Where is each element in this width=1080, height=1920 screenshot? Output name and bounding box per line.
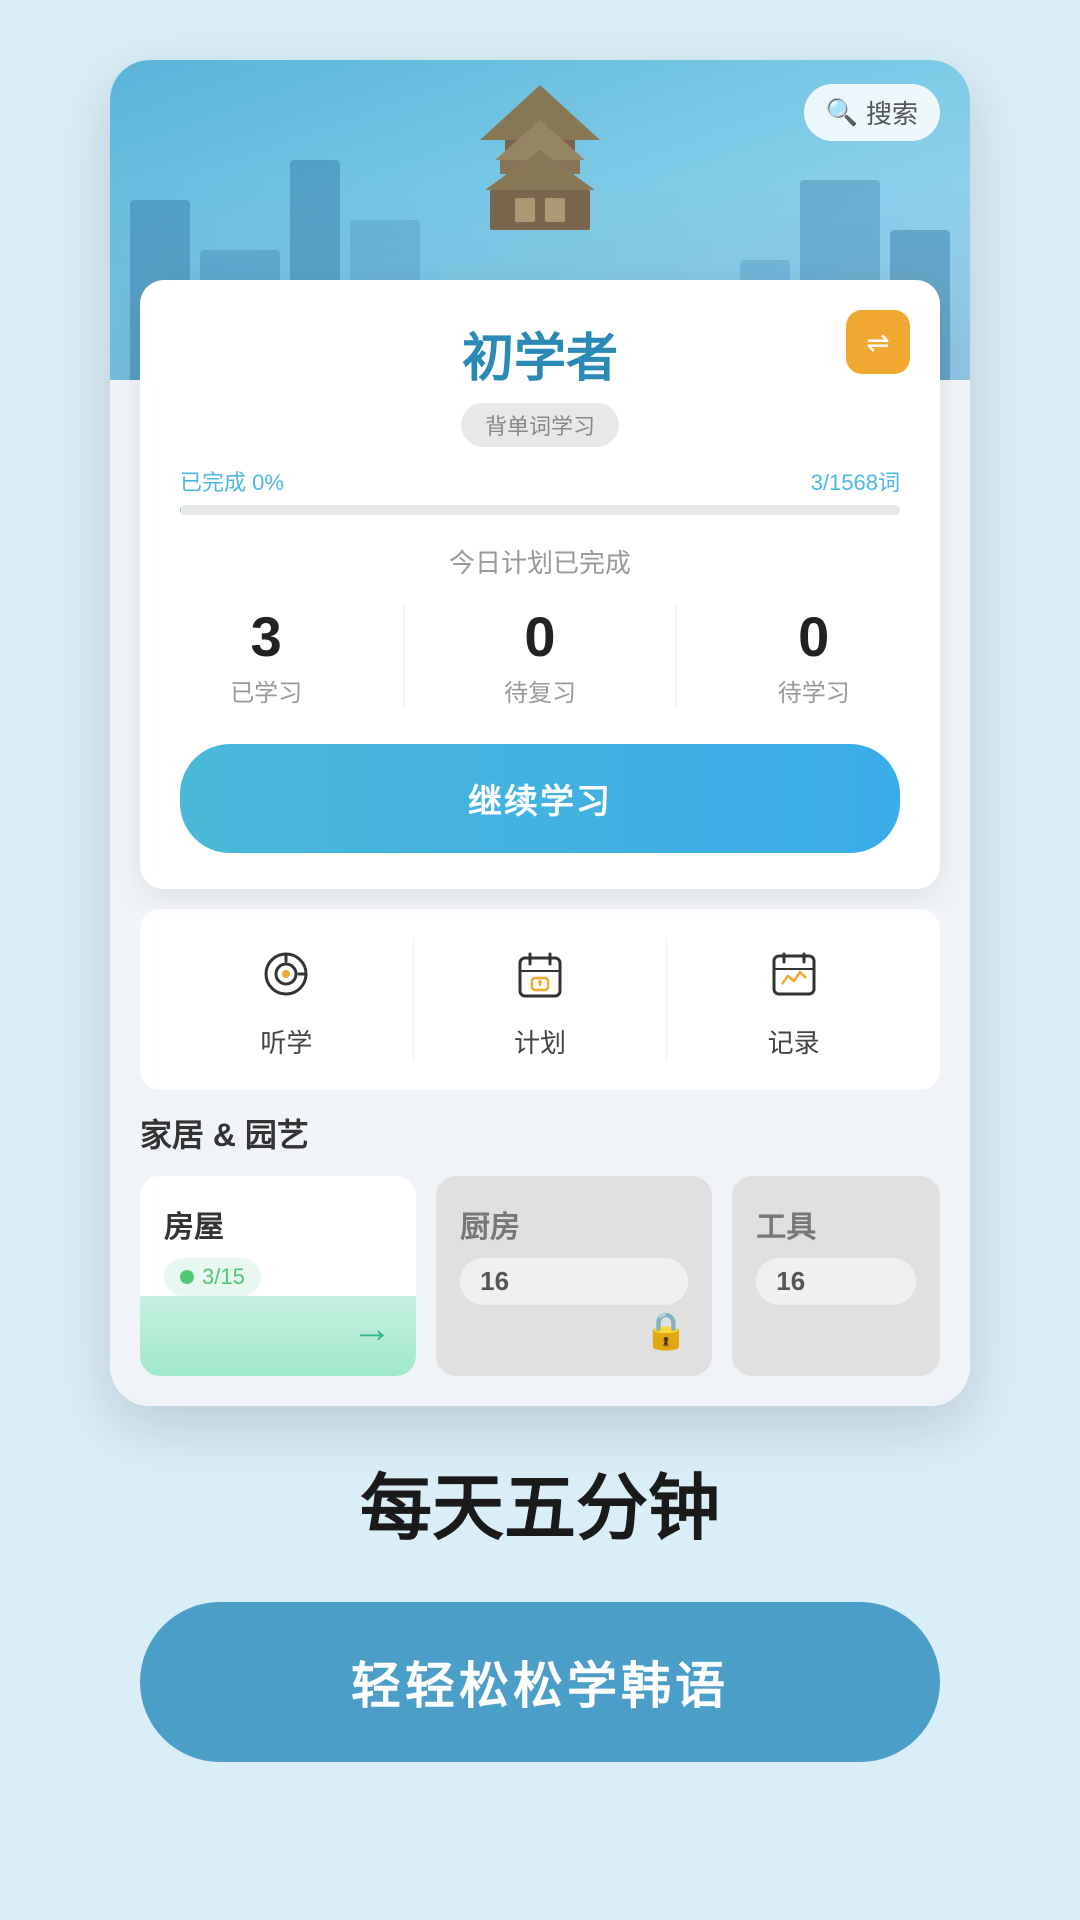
record-icon [759, 939, 829, 1009]
cat-tools-title: 工具 [756, 1202, 916, 1246]
stats-row: 3 已学习 0 待复习 0 待学习 [180, 604, 900, 708]
stat-review-label: 待复习 [504, 673, 576, 708]
stat-learned-number: 3 [230, 604, 302, 669]
page-wrapper: 🔍 搜索 ⇌ 初学者 背单词学习 已完成 0% 3/1568词 [0, 0, 1080, 1920]
card-subtitle-area: 背单词学习 [180, 403, 900, 447]
arrow-icon: → [352, 1307, 392, 1352]
pagoda-icon [430, 80, 650, 230]
stat-pending: 0 待学习 [778, 604, 850, 708]
shuffle-icon: ⇌ [866, 326, 889, 359]
feature-listen[interactable]: 听学 [160, 939, 414, 1060]
record-label: 记录 [768, 1023, 820, 1060]
card-title: 初学者 [180, 316, 900, 391]
progress-label: 已完成 0% [180, 465, 284, 497]
cat-house-title: 房屋 [164, 1202, 392, 1246]
cat-tools-count: 16 [756, 1258, 916, 1305]
stat-review-number: 0 [504, 604, 576, 669]
learn-card: ⇌ 初学者 背单词学习 已完成 0% 3/1568词 今日计划已完成 3 [140, 280, 940, 889]
stat-pending-number: 0 [778, 604, 850, 669]
stats-divider [403, 604, 404, 708]
progress-bar-track [180, 505, 900, 515]
app-content: ⇌ 初学者 背单词学习 已完成 0% 3/1568词 今日计划已完成 3 [110, 280, 970, 1406]
progress-dot [180, 1270, 194, 1284]
search-icon: 🔍 [826, 97, 858, 128]
cat-kitchen-title: 厨房 [460, 1202, 688, 1246]
shuffle-button[interactable]: ⇌ [846, 310, 910, 374]
tagline: 每天五分钟 [360, 1466, 720, 1552]
section-title: 家居 & 园艺 [140, 1110, 940, 1156]
stat-learned: 3 已学习 [230, 604, 302, 708]
listen-label: 听学 [260, 1023, 312, 1060]
cat-house-progress: 3/15 [164, 1258, 261, 1296]
progress-row: 已完成 0% 3/1568词 [180, 465, 900, 497]
progress-text: 3/15 [202, 1264, 245, 1290]
features-row: 听学 计划 [140, 909, 940, 1090]
stat-review: 0 待复习 [504, 604, 576, 708]
continue-button[interactable]: 继续学习 [180, 744, 900, 853]
category-row: 房屋 3/15 → 厨房 16 🔒 工具 16 [140, 1176, 940, 1376]
cat-card-kitchen: 厨房 16 🔒 [436, 1176, 712, 1376]
feature-plan[interactable]: 计划 [414, 939, 668, 1060]
feature-record[interactable]: 记录 [667, 939, 920, 1060]
cat-card-tools: 工具 16 [732, 1176, 940, 1376]
lock-icon-kitchen: 🔒 [643, 1310, 688, 1352]
search-button[interactable]: 🔍 搜索 [804, 84, 940, 141]
card-subtitle-badge: 背单词学习 [461, 403, 619, 447]
cat-card-house[interactable]: 房屋 3/15 → [140, 1176, 416, 1376]
progress-count: 3/1568词 [811, 465, 900, 497]
search-label: 搜索 [866, 94, 918, 131]
plan-icon [505, 939, 575, 1009]
listen-icon [251, 939, 321, 1009]
cta-button[interactable]: 轻轻松松学韩语 [140, 1602, 940, 1762]
cat-kitchen-count: 16 [460, 1258, 688, 1305]
app-card: 🔍 搜索 ⇌ 初学者 背单词学习 已完成 0% 3/1568词 [110, 60, 970, 1406]
progress-bar-fill [180, 505, 181, 515]
stat-learned-label: 已学习 [230, 673, 302, 708]
stat-pending-label: 待学习 [778, 673, 850, 708]
today-complete-text: 今日计划已完成 [180, 543, 900, 580]
bottom-section: 每天五分钟 轻轻松松学韩语 [60, 1406, 1020, 1842]
stats-divider-2 [676, 604, 677, 708]
plan-label: 计划 [514, 1023, 566, 1060]
